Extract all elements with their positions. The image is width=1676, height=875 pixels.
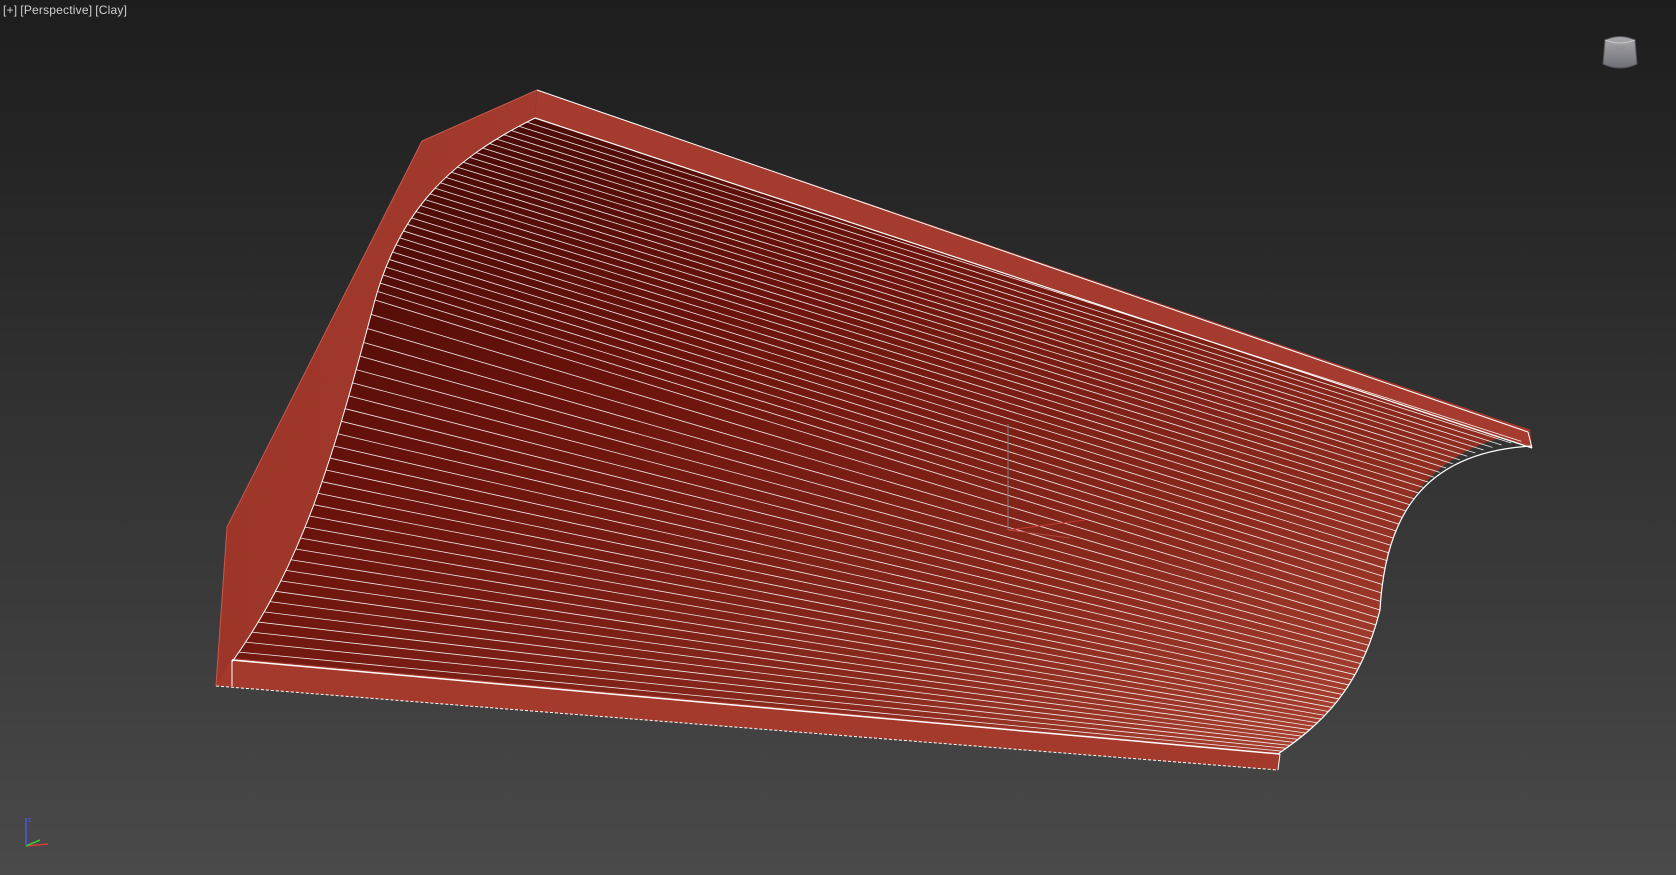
viewport-scene[interactable] <box>0 0 1676 875</box>
axis-tripod-icon: z <box>25 817 49 847</box>
svg-text:z: z <box>28 817 32 824</box>
